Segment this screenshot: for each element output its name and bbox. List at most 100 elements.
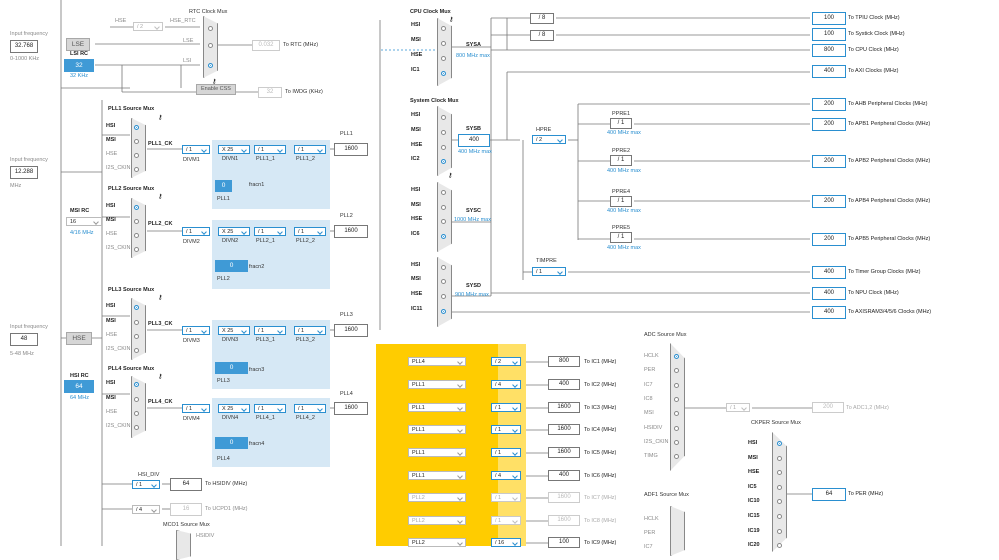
ckper-radio[interactable] [777, 484, 782, 490]
adc-radio[interactable] [674, 439, 679, 445]
pll1-fracn-value[interactable]: 0 [215, 180, 232, 192]
pll3-divn-select[interactable]: X 25 [218, 326, 250, 335]
sysb-radio-msi[interactable] [441, 130, 446, 135]
ckper-radio[interactable] [777, 514, 782, 519]
ic-divider-select[interactable]: / 1 [491, 516, 521, 525]
pll1-radio-hse[interactable] [134, 153, 139, 158]
cpu-radio-ic1[interactable] [441, 71, 446, 76]
pll2-radio-hse[interactable] [134, 233, 139, 238]
ckper-radio[interactable] [777, 528, 782, 534]
adf1-source-mux[interactable] [670, 506, 685, 556]
hsi-rc-value[interactable]: 64 [64, 380, 94, 393]
pll2-radio-hsi[interactable] [134, 205, 139, 210]
cpu-radio-msi[interactable] [441, 41, 446, 46]
lsi-rc-value[interactable]: 32 [64, 59, 94, 72]
adc-radio[interactable] [674, 425, 679, 431]
ppre4-div[interactable]: / 1 [610, 196, 632, 207]
sysd-radio-hsi[interactable] [441, 265, 446, 270]
ppre1-div[interactable]: / 1 [610, 118, 632, 129]
input-frequency-field-2[interactable]: 12.288 [10, 166, 38, 179]
systick-div[interactable]: / 8 [530, 30, 554, 41]
rtc-hse-divider[interactable]: / 2 [133, 22, 163, 31]
ic-divider-select[interactable]: / 4 [491, 380, 521, 389]
lse-oscillator[interactable]: LSE [66, 38, 90, 51]
pll3-divm-select[interactable]: / 1 [182, 326, 210, 335]
pll1-radio-hsi[interactable] [134, 125, 139, 130]
pll3-1-select[interactable]: / 1 [254, 326, 286, 335]
ic-divider-select[interactable]: / 2 [491, 357, 521, 366]
pll2-radio-msi[interactable] [134, 219, 139, 224]
pll4-radio-hsi[interactable] [134, 382, 139, 387]
sysd-radio-ic11[interactable] [441, 309, 446, 314]
pll2-1-select[interactable]: / 1 [254, 227, 286, 236]
ic-source-select[interactable]: PLL2 [408, 516, 466, 525]
pll1-divn-select[interactable]: X 25 [218, 145, 250, 154]
pll1-radio-msi[interactable] [134, 139, 139, 144]
ic-divider-select[interactable]: / 1 [491, 403, 521, 412]
pll1-radio-i2s[interactable] [134, 167, 139, 172]
ic-source-select[interactable]: PLL2 [408, 493, 466, 502]
ppre2-div[interactable]: / 1 [610, 155, 632, 166]
ic-divider-select[interactable]: / 1 [491, 448, 521, 457]
pll1-2-select[interactable]: / 1 [294, 145, 326, 154]
pll2-divm-select[interactable]: / 1 [182, 227, 210, 236]
ic-source-select[interactable]: PLL1 [408, 403, 466, 412]
pll4-radio-i2s[interactable] [134, 425, 139, 430]
pll4-divm-select[interactable]: / 1 [182, 404, 210, 413]
rtc-radio-lsi[interactable] [208, 63, 213, 68]
input-frequency-field-3[interactable]: 48 [10, 333, 38, 346]
ckper-radio[interactable] [777, 455, 782, 461]
input-frequency-field[interactable]: 32.768 [10, 40, 38, 53]
mco1-source-mux[interactable] [176, 530, 191, 560]
rtc-radio-lse[interactable] [208, 43, 213, 48]
rtc-radio-hse[interactable] [208, 26, 213, 31]
ic-source-select[interactable]: PLL1 [408, 448, 466, 457]
pll4-fracn-value[interactable]: 0 [215, 437, 248, 449]
sysd-radio-msi[interactable] [441, 279, 446, 284]
pll1-1-select[interactable]: / 1 [254, 145, 286, 154]
pll3-2-select[interactable]: / 1 [294, 326, 326, 335]
sysc-radio-msi[interactable] [441, 205, 446, 210]
timpre-select[interactable]: / 1 [532, 267, 566, 276]
ic-divider-select[interactable]: / 4 [491, 471, 521, 480]
hse-oscillator[interactable]: HSE [66, 332, 92, 345]
sysc-radio-hse[interactable] [441, 219, 446, 224]
pll3-radio-msi[interactable] [134, 320, 139, 325]
enable-css-button[interactable]: Enable CSS [196, 84, 236, 95]
ucpd-div-select[interactable]: / 4 [132, 505, 160, 514]
ckper-radio[interactable] [777, 441, 782, 446]
pll2-divn-select[interactable]: X 25 [218, 227, 250, 236]
adc-radio[interactable] [674, 396, 679, 402]
pll2-fracn-value[interactable]: 0 [215, 260, 248, 272]
adc-radio[interactable] [674, 354, 679, 359]
sysb-radio-hsi[interactable] [441, 115, 446, 120]
pll3-radio-hse[interactable] [134, 334, 139, 339]
ic-source-select[interactable]: PLL4 [408, 357, 466, 366]
hsi-div-select[interactable]: / 1 [132, 480, 160, 489]
pll2-2-select[interactable]: / 1 [294, 227, 326, 236]
ic-source-select[interactable]: PLL1 [408, 471, 466, 480]
ic-divider-select[interactable]: / 1 [491, 425, 521, 434]
adc-source-mux[interactable] [670, 343, 685, 471]
hpre-select[interactable]: / 2 [532, 135, 566, 144]
pll4-divn-select[interactable]: X 25 [218, 404, 250, 413]
pll4-1-select[interactable]: / 1 [254, 404, 286, 413]
sysb-radio-hse[interactable] [441, 145, 446, 150]
pll4-radio-hse[interactable] [134, 411, 139, 416]
adc-radio[interactable] [674, 382, 679, 388]
cpu-radio-hse[interactable] [441, 56, 446, 61]
pll2-radio-i2s[interactable] [134, 247, 139, 252]
ic-source-select[interactable]: PLL1 [408, 425, 466, 434]
cpu-radio-hsi[interactable] [441, 26, 446, 31]
sysb-radio-ic2[interactable] [441, 159, 446, 164]
pll3-fracn-value[interactable]: 0 [215, 362, 248, 374]
ckper-source-mux[interactable] [772, 432, 787, 552]
pll3-radio-hsi[interactable] [134, 305, 139, 310]
pll1-divm-select[interactable]: / 1 [182, 145, 210, 154]
ppre5-div[interactable]: / 1 [610, 232, 632, 243]
sysc-radio-ic6[interactable] [441, 234, 446, 239]
tpiu-div[interactable]: / 8 [530, 13, 554, 24]
sysc-radio-hsi[interactable] [441, 190, 446, 195]
pll4-2-select[interactable]: / 1 [294, 404, 326, 413]
sysd-radio-hse[interactable] [441, 294, 446, 299]
